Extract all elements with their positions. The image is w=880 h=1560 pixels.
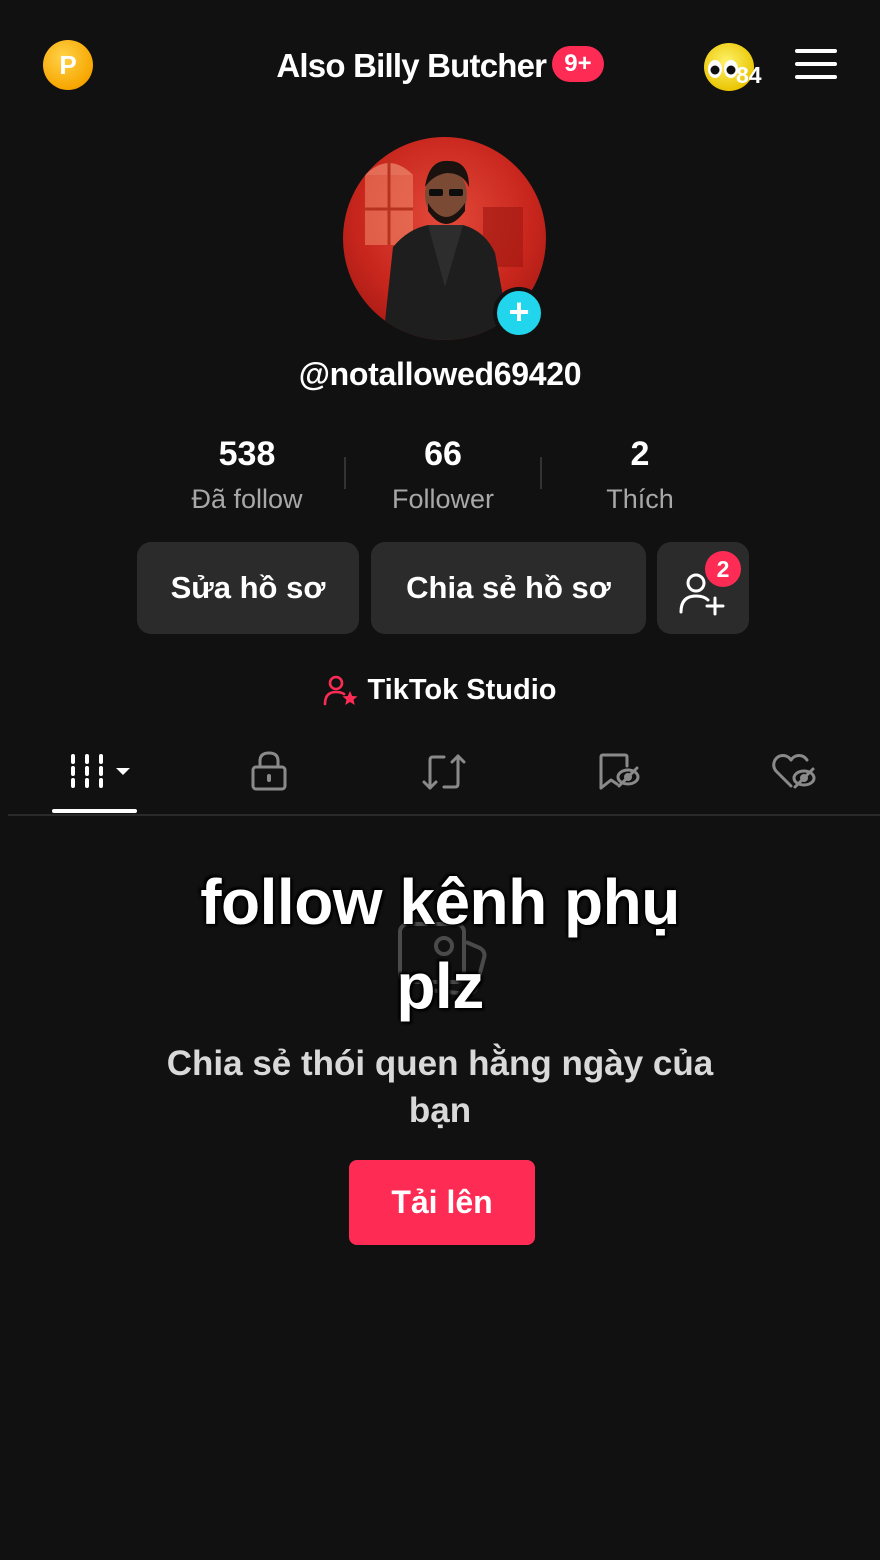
tab-favorites[interactable] [597,752,641,797]
caption-line-1: follow kênh phụ [200,866,680,938]
creator-star-icon [324,675,358,706]
friend-request-badge: 2 [705,551,741,587]
hamburger-menu-icon[interactable] [795,49,837,83]
lock-icon [251,751,287,791]
stat-following-label: Đã follow [191,484,303,514]
active-tab-indicator [52,809,137,813]
grid-videos-icon [71,754,130,788]
upload-button[interactable]: Tải lên [349,1160,535,1245]
repost-icon [422,754,466,790]
notification-badge: 9+ [552,46,604,82]
stat-followers[interactable]: 66 Follower [343,432,543,515]
profile-display-name: Also Billy Butcher [276,47,547,84]
plus-icon: + [508,290,530,332]
tab-liked[interactable] [771,752,817,797]
video-caption-overlay: follow kênh phụ plz [0,860,880,1028]
add-avatar-button[interactable]: + [493,287,545,339]
stat-followers-value: 66 [424,435,462,473]
hidden-bookmark-icon [599,753,640,790]
hidden-heart-icon [772,754,816,789]
tabs-divider [8,814,880,816]
empty-state-message: Chia sẻ thói quen hằng ngày của bạn [166,1044,714,1130]
stat-following-value: 538 [218,435,276,473]
edit-profile-button[interactable]: Sửa hồ sơ [137,542,359,634]
tab-videos[interactable] [68,752,134,795]
tab-reposts[interactable] [422,752,466,797]
share-profile-button[interactable]: Chia sẻ hồ sơ [371,542,646,634]
stat-likes[interactable]: 2 Thích [540,432,740,515]
username: @notallowed69420 [298,356,582,392]
caption-line-2: plz [396,950,484,1022]
stat-likes-value: 2 [630,435,650,473]
tiktok-studio-link[interactable]: TikTok Studio [0,670,880,710]
stat-likes-label: Thích [606,484,674,514]
tiktok-studio-label: TikTok Studio [367,673,557,706]
stat-following[interactable]: 538 Đã follow [147,432,347,515]
bird-count: 84 [736,62,762,88]
tab-private[interactable] [250,750,288,797]
stat-followers-label: Follower [391,484,495,514]
